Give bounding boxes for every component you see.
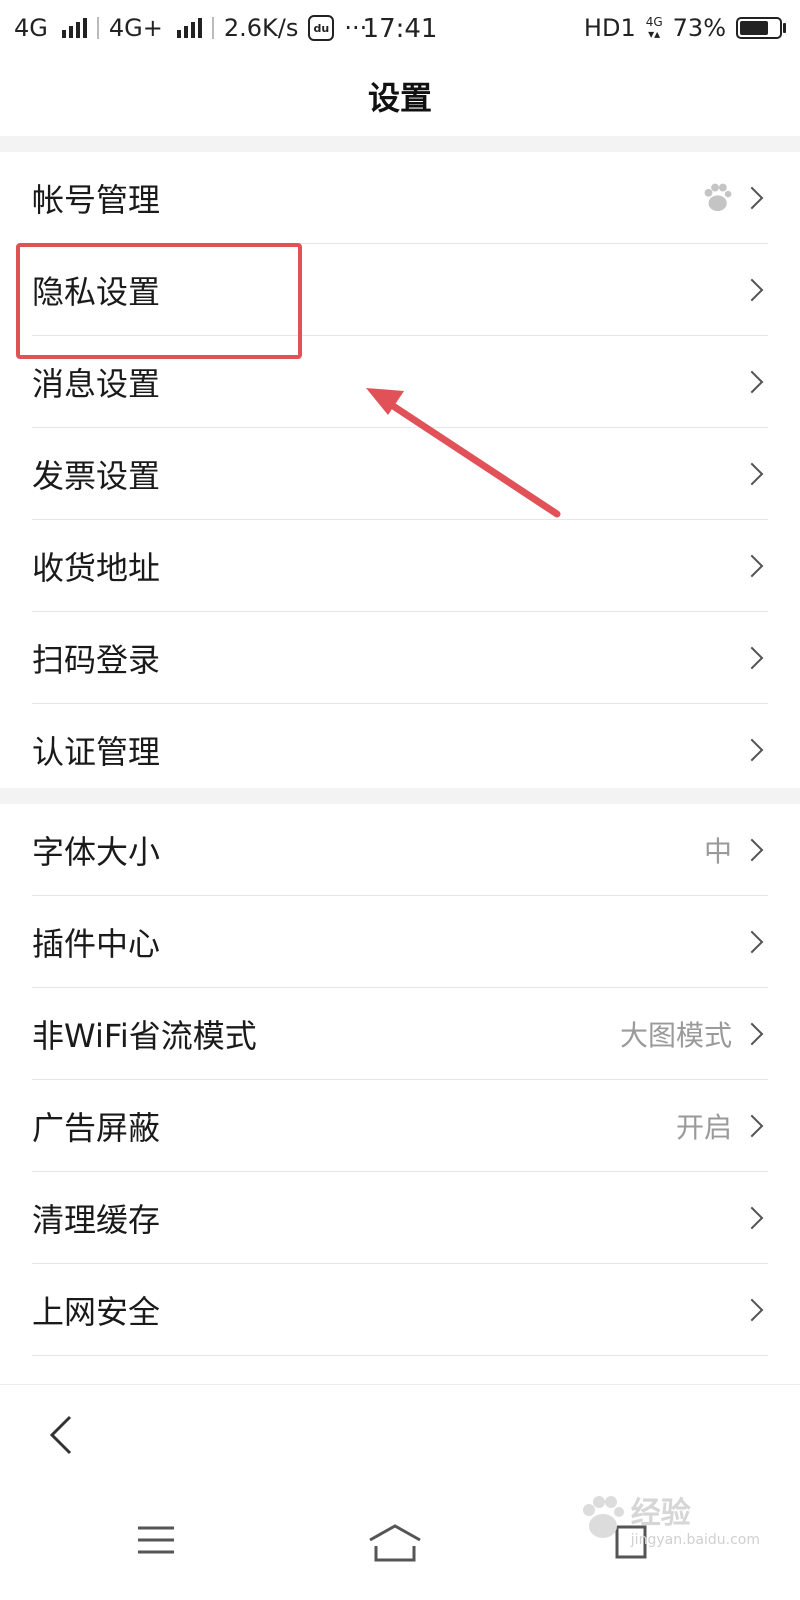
baidu-jingyan-watermark: 经验 jingyan.baidu.com	[579, 1488, 760, 1548]
back-arrow-icon[interactable]	[46, 1413, 76, 1457]
baidu-paw-logo-icon	[582, 1496, 624, 1538]
watermark-url: jingyan.baidu.com	[630, 1532, 760, 1548]
menu-icon[interactable]	[136, 1524, 176, 1556]
annotation-arrow-icon	[366, 388, 561, 518]
home-icon[interactable]	[368, 1524, 422, 1564]
bottom-toolbar	[0, 1384, 800, 1485]
watermark-text: 经验	[630, 1496, 691, 1531]
